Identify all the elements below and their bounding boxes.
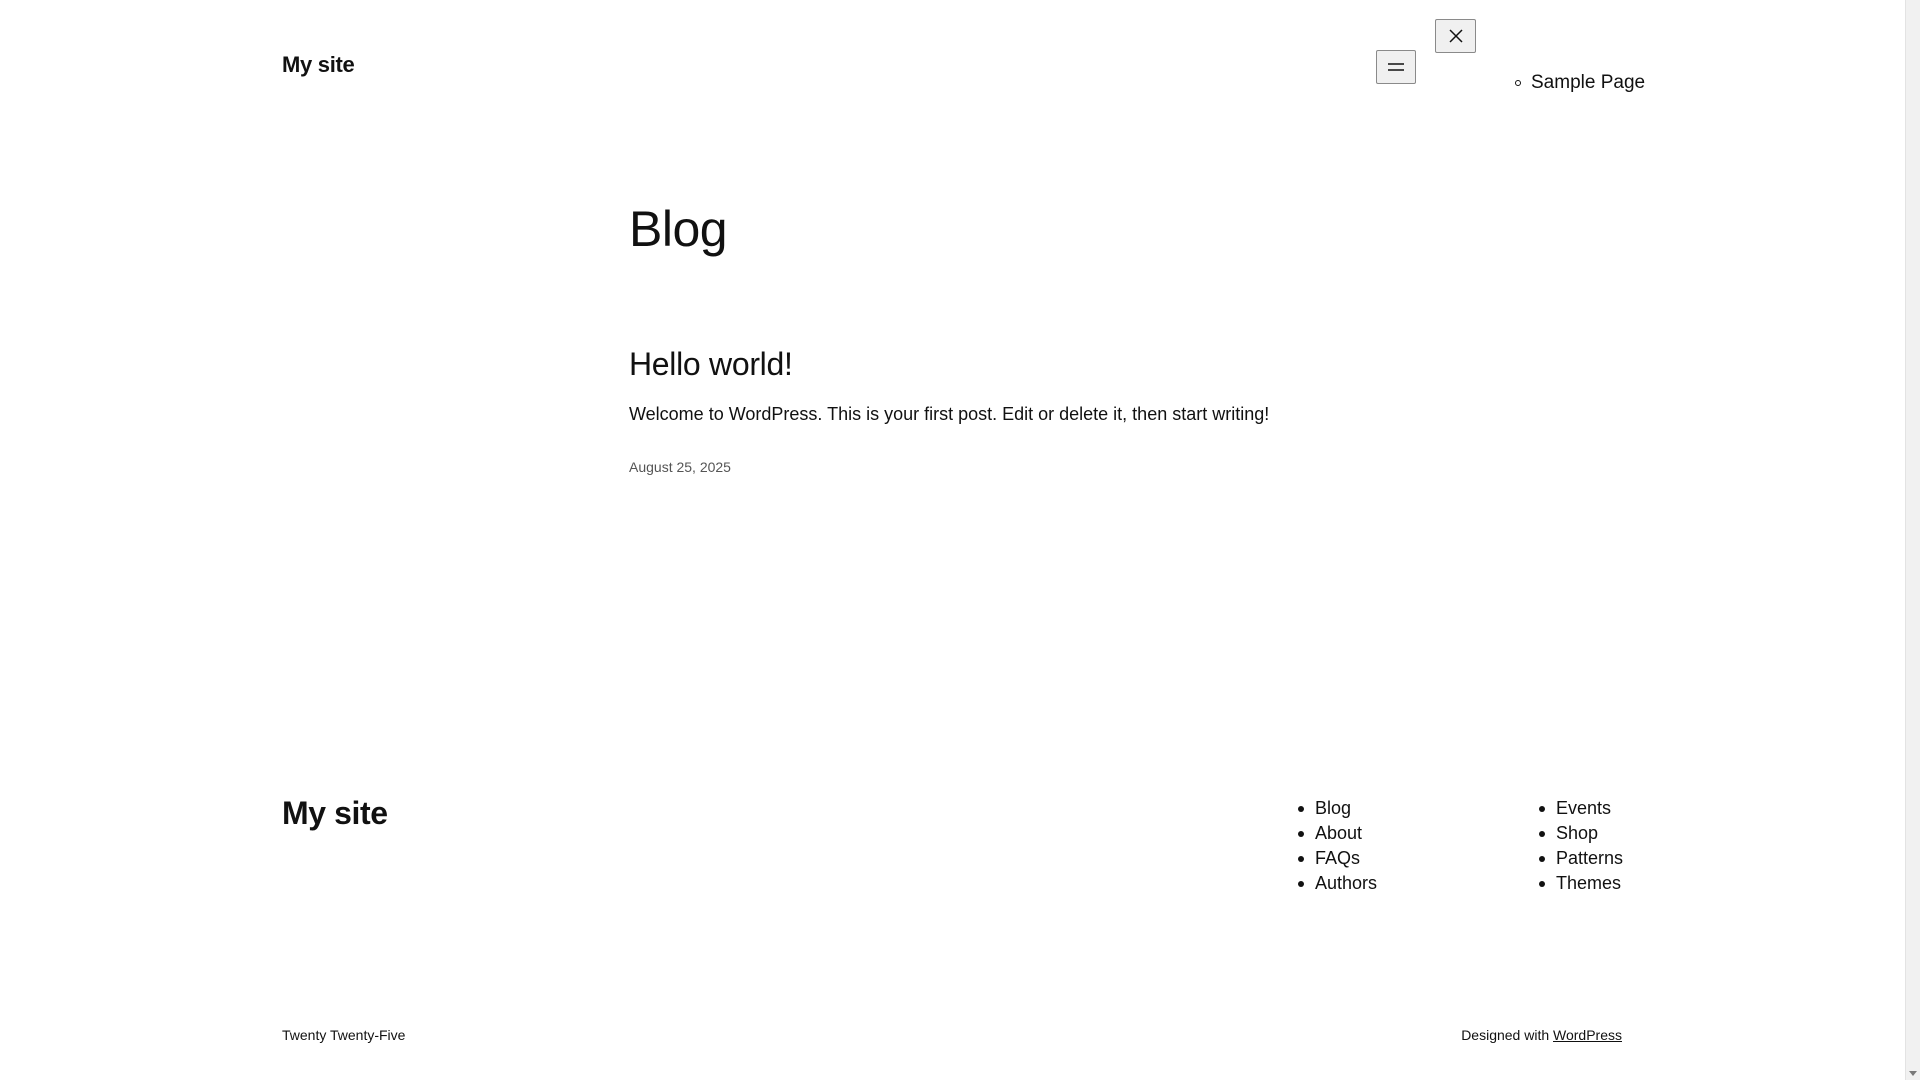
site-title-link[interactable]: My site — [282, 52, 355, 78]
list-bullet — [1515, 80, 1521, 86]
footer-navigation-1: Blog About FAQs Authors — [1298, 796, 1377, 896]
list-bullet — [1298, 855, 1304, 862]
vertical-scrollbar[interactable] — [1905, 0, 1920, 1080]
footer-nav-item: About — [1298, 821, 1377, 846]
open-menu-button[interactable] — [1376, 50, 1416, 84]
wordpress-link[interactable]: WordPress — [1553, 1027, 1622, 1043]
footer-link-themes[interactable]: Themes — [1556, 873, 1621, 894]
nav-link-sample-page[interactable]: Sample Page — [1531, 72, 1645, 94]
footer-nav-item: Themes — [1539, 871, 1623, 896]
footer-link-events[interactable]: Events — [1556, 798, 1611, 819]
footer-navigation-2: Events Shop Patterns Themes — [1539, 796, 1623, 896]
close-icon — [1448, 29, 1463, 43]
footer-link-about[interactable]: About — [1315, 823, 1362, 844]
hamburger-menu-icon — [1388, 63, 1404, 71]
list-bullet — [1539, 805, 1545, 812]
page-title: Blog — [629, 201, 728, 257]
post-excerpt: Welcome to WordPress. This is your first… — [629, 404, 1270, 424]
footer-nav-item: Authors — [1298, 871, 1377, 896]
designed-with-prefix: Designed with — [1461, 1027, 1550, 1043]
post-date[interactable]: August 25, 2025 — [629, 459, 731, 475]
list-bullet — [1298, 830, 1304, 837]
footer-nav-item: Blog — [1298, 796, 1377, 821]
header-navigation: Sample Page — [1515, 72, 1645, 94]
designed-with-credit: Designed with WordPress — [1461, 1027, 1622, 1043]
footer-nav-item: FAQs — [1298, 846, 1377, 871]
close-menu-button[interactable] — [1435, 19, 1476, 53]
footer-link-blog[interactable]: Blog — [1315, 798, 1351, 819]
scroll-down-arrow-icon[interactable] — [1909, 1071, 1917, 1076]
list-bullet — [1539, 855, 1545, 862]
footer-link-authors[interactable]: Authors — [1315, 873, 1377, 894]
post-title-link[interactable]: Hello world! — [629, 346, 793, 383]
post-title-text[interactable]: Hello world! — [629, 346, 793, 382]
theme-credit: Twenty Twenty-Five — [282, 1027, 406, 1043]
page: My site Sample Page Blog Hello world! We… — [0, 0, 1905, 1080]
footer-link-shop[interactable]: Shop — [1556, 823, 1598, 844]
list-bullet — [1539, 880, 1545, 887]
nav-item: Sample Page — [1515, 72, 1645, 94]
footer-nav-item: Patterns — [1539, 846, 1623, 871]
footer-link-patterns[interactable]: Patterns — [1556, 848, 1623, 869]
footer-nav-item: Events — [1539, 796, 1623, 821]
footer-site-title[interactable]: My site — [282, 795, 388, 832]
footer-nav-item: Shop — [1539, 821, 1623, 846]
list-bullet — [1298, 805, 1304, 812]
list-bullet — [1539, 830, 1545, 837]
footer-link-faqs[interactable]: FAQs — [1315, 848, 1360, 869]
list-bullet — [1298, 880, 1304, 887]
